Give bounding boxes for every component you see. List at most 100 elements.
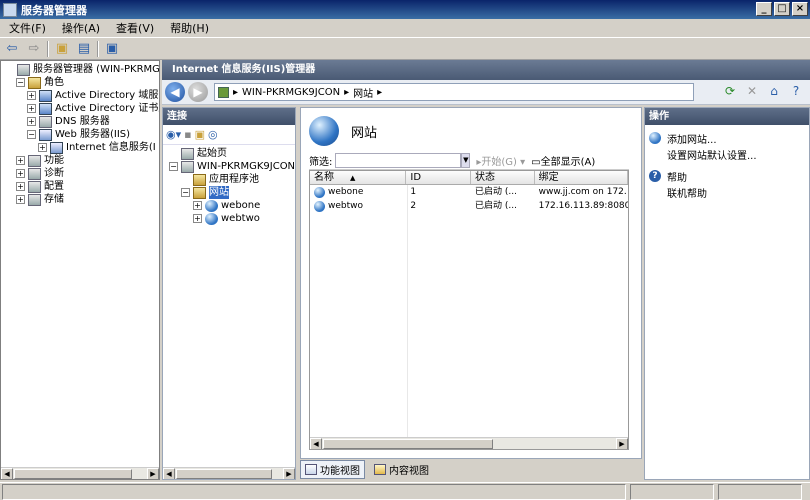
- forward-button[interactable]: ▶: [188, 82, 208, 102]
- set-site-defaults-link[interactable]: 设置网站默认设置...: [645, 147, 809, 162]
- expand-icon[interactable]: +: [16, 195, 25, 204]
- online-help-link[interactable]: 联机帮助: [645, 185, 809, 200]
- back-button[interactable]: ◀: [165, 82, 185, 102]
- menu-help[interactable]: 帮助(H): [165, 20, 214, 36]
- tree-item[interactable]: − WIN-PKRMGK9JCON (JJW: [163, 160, 295, 173]
- menu-action[interactable]: 操作(A): [57, 20, 105, 36]
- menu-view[interactable]: 查看(V): [111, 20, 159, 36]
- tree-horizontal-scrollbar[interactable]: ◀ ▶: [1, 467, 159, 479]
- site-id: 1: [410, 187, 417, 197]
- tree-item[interactable]: + 诊断: [1, 167, 159, 180]
- site-binding: www.jj.com on 172.: [538, 187, 627, 197]
- refresh-icon[interactable]: ⟳: [722, 83, 738, 99]
- scroll-left-button[interactable]: ◀: [310, 437, 322, 449]
- close-button[interactable]: ×: [792, 2, 808, 16]
- tree-item[interactable]: 服务器管理器 (WIN-PKRMGK9JCO: [1, 63, 159, 76]
- breadcrumb-sites[interactable]: 网站: [353, 85, 373, 100]
- column-id[interactable]: ID: [406, 171, 471, 184]
- collapse-icon[interactable]: −: [169, 162, 178, 171]
- tree-item[interactable]: + 功能: [1, 154, 159, 167]
- tab-content-view[interactable]: 内容视图: [369, 460, 434, 479]
- breadcrumb[interactable]: ▸ WIN-PKRMGK9JCON ▸ 网站 ▸: [214, 83, 694, 101]
- column-binding[interactable]: 绑定: [535, 171, 628, 184]
- tree-item[interactable]: − Web 服务器(IIS): [1, 128, 159, 141]
- show-all-button[interactable]: ▭全部显示(A): [531, 153, 595, 168]
- connections-horizontal-scrollbar[interactable]: ◀ ▶: [163, 467, 295, 479]
- tree-item[interactable]: − 网站: [163, 186, 295, 199]
- connect-icon[interactable]: ◉▾: [166, 128, 181, 141]
- collapse-icon[interactable]: −: [27, 130, 36, 139]
- collapse-icon[interactable]: −: [181, 188, 190, 197]
- help-dropdown-icon[interactable]: ?: [788, 83, 804, 99]
- scroll-thumb[interactable]: [14, 469, 132, 479]
- view-tabs: 功能视图 内容视图: [300, 459, 642, 479]
- expand-icon[interactable]: +: [16, 156, 25, 165]
- expand-icon[interactable]: +: [193, 201, 202, 210]
- up-level-icon[interactable]: ▣: [195, 128, 205, 141]
- minimize-button[interactable]: _: [756, 2, 772, 16]
- menu-file[interactable]: 文件(F): [4, 20, 51, 36]
- maximize-button[interactable]: □: [774, 2, 790, 16]
- console-tree: 服务器管理器 (WIN-PKRMGK9JCO−角色+Active Directo…: [0, 60, 160, 480]
- home-icon[interactable]: ⌂: [766, 83, 782, 99]
- tree-item[interactable]: + Active Directory 证书服: [1, 102, 159, 115]
- scroll-thumb[interactable]: [323, 439, 493, 449]
- tree-item-label: 服务器管理器 (WIN-PKRMGK9JCO: [33, 64, 160, 75]
- tree-item[interactable]: 应用程序池: [163, 173, 295, 186]
- column-name[interactable]: 名称 ▲: [310, 171, 407, 184]
- expand-icon[interactable]: +: [27, 91, 36, 100]
- scroll-thumb[interactable]: [176, 469, 272, 479]
- add-site-link[interactable]: 添加网站...: [645, 131, 809, 146]
- status-cell-2: [630, 484, 714, 500]
- expand-icon[interactable]: +: [38, 143, 47, 152]
- forward-arrow-icon[interactable]: ⇨: [25, 40, 43, 58]
- help-link[interactable]: ? 帮助: [645, 169, 809, 184]
- collapse-icon[interactable]: −: [16, 78, 25, 87]
- back-arrow-icon[interactable]: ⇦: [3, 40, 21, 58]
- expand-icon[interactable]: +: [16, 169, 25, 178]
- scroll-right-button[interactable]: ▶: [147, 467, 159, 479]
- toolbar-separator: [97, 40, 99, 57]
- tree-item[interactable]: 起始页: [163, 147, 295, 160]
- site-name: webtwo: [328, 201, 364, 211]
- title-bar: 服务器管理器 _ □ ×: [0, 0, 810, 19]
- tree-item[interactable]: + DNS 服务器: [1, 115, 159, 128]
- scroll-right-button[interactable]: ▶: [283, 467, 295, 479]
- help-icon[interactable]: ▣: [103, 40, 121, 58]
- tree-item[interactable]: + 存储: [1, 193, 159, 206]
- column-status[interactable]: 状态: [471, 171, 535, 184]
- active-directory-icon: [39, 89, 52, 102]
- scroll-left-button[interactable]: ◀: [1, 467, 13, 479]
- breadcrumb-server[interactable]: WIN-PKRMGK9JCON: [242, 87, 340, 98]
- tree-item[interactable]: + webone: [163, 199, 295, 212]
- site-globe-icon: [205, 212, 218, 225]
- filter-dropdown[interactable]: ▼: [461, 153, 471, 168]
- expand-icon[interactable]: +: [16, 182, 25, 191]
- stop-icon[interactable]: ✕: [744, 83, 760, 99]
- site-name: webone: [328, 187, 364, 197]
- show-hide-tree-icon[interactable]: ▤: [75, 40, 93, 58]
- up-folder-icon[interactable]: ▣: [53, 40, 71, 58]
- filter-input[interactable]: [335, 153, 462, 168]
- tree-item[interactable]: + webtwo: [163, 212, 295, 225]
- add-site-icon: [649, 132, 661, 144]
- scroll-right-button[interactable]: ▶: [616, 437, 628, 449]
- expand-icon[interactable]: +: [27, 104, 36, 113]
- tree-item[interactable]: + 配置: [1, 180, 159, 193]
- actions-pane: 操作 添加网站... 设置网站默认设置... ? 帮助 联机帮助: [644, 107, 810, 480]
- tab-features-view[interactable]: 功能视图: [300, 459, 365, 479]
- tree-item[interactable]: + Active Directory 域服务: [1, 89, 159, 102]
- scroll-left-button[interactable]: ◀: [163, 467, 175, 479]
- table-row[interactable]: webone 1 已启动 (... www.jj.com on 172.: [310, 185, 628, 199]
- sites-list-horizontal-scrollbar[interactable]: ◀ ▶: [310, 437, 628, 449]
- disconnect-icon[interactable]: ◎: [208, 128, 218, 141]
- save-icon[interactable]: ▪: [184, 128, 191, 141]
- tree-item[interactable]: + Internet 信息服务(I: [1, 141, 159, 154]
- content-view-icon: [374, 463, 386, 475]
- tree-item[interactable]: − 角色: [1, 76, 159, 89]
- expand-icon[interactable]: +: [193, 214, 202, 223]
- start-page-icon: [181, 147, 194, 160]
- start-filter-button[interactable]: ▸开始(G) ▾: [476, 153, 525, 168]
- expand-icon[interactable]: +: [27, 117, 36, 126]
- table-row[interactable]: webtwo 2 已启动 (... 172.16.113.89:8080: [310, 199, 628, 213]
